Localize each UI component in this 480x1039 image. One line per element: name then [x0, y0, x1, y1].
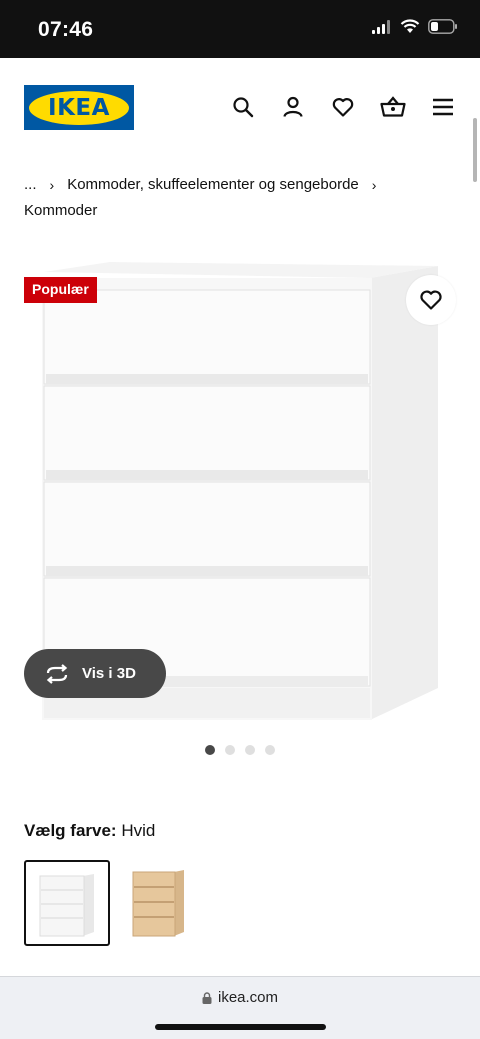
- add-to-favourites-button[interactable]: [406, 275, 456, 325]
- account-icon[interactable]: [280, 94, 306, 120]
- view-3d-button[interactable]: Vis i 3D: [24, 649, 166, 698]
- browser-address-bar[interactable]: ikea.com: [0, 976, 480, 1039]
- color-swatch-oak[interactable]: [116, 860, 202, 946]
- chevron-right-icon: ›: [371, 177, 377, 193]
- breadcrumb-item-current[interactable]: Kommoder: [24, 198, 97, 224]
- white-dresser-thumbnail: [39, 874, 94, 937]
- basket-icon[interactable]: [380, 94, 406, 120]
- color-label-title: Vælg farve:: [24, 821, 117, 840]
- color-selected-value: Hvid: [121, 821, 156, 840]
- color-chooser-label: Vælg farve: Hvid: [24, 821, 155, 841]
- oak-dresser-thumbnail: [132, 870, 184, 937]
- pagination-dot[interactable]: [225, 745, 235, 755]
- breadcrumb: ... › Kommoder, skuffeelementer og senge…: [24, 172, 424, 224]
- lock-icon: [202, 991, 212, 1004]
- favourites-icon[interactable]: [330, 94, 356, 120]
- status-time: 07:46: [38, 18, 94, 41]
- image-pagination: [205, 745, 275, 755]
- home-indicator: [155, 1024, 326, 1030]
- signal-icon: [372, 19, 390, 34]
- url-display[interactable]: ikea.com: [0, 989, 480, 1006]
- url-text: ikea.com: [217, 989, 279, 1006]
- status-icons: [372, 19, 458, 34]
- breadcrumb-line-1: ... › Kommoder, skuffeelementer og senge…: [24, 172, 424, 198]
- battery-icon: [428, 19, 457, 34]
- color-swatch-white[interactable]: [24, 860, 110, 946]
- status-bar: 07:46: [0, 0, 480, 58]
- scrollbar-thumb[interactable]: [473, 118, 477, 182]
- search-icon[interactable]: [230, 94, 256, 120]
- logo-ellipse: IKEA: [29, 90, 129, 125]
- site-header: IKEA: [0, 58, 480, 156]
- menu-icon[interactable]: [430, 94, 456, 120]
- logo-text: IKEA: [48, 94, 110, 121]
- rotate-3d-icon: [46, 663, 68, 684]
- wifi-icon: [400, 19, 420, 33]
- chevron-right-icon: ›: [49, 177, 55, 193]
- header-actions: [230, 94, 456, 120]
- breadcrumb-ellipsis[interactable]: ...: [24, 172, 37, 198]
- view-3d-label: Vis i 3D: [82, 665, 136, 682]
- heart-icon: [420, 290, 442, 310]
- ikea-logo[interactable]: IKEA: [24, 85, 134, 130]
- popular-badge: Populær: [24, 277, 97, 303]
- pagination-dot[interactable]: [205, 745, 215, 755]
- breadcrumb-line-2: Kommoder: [24, 198, 424, 224]
- pagination-dot[interactable]: [265, 745, 275, 755]
- breadcrumb-item-category[interactable]: Kommoder, skuffeelementer og sengeborde: [67, 172, 359, 198]
- pagination-dot[interactable]: [245, 745, 255, 755]
